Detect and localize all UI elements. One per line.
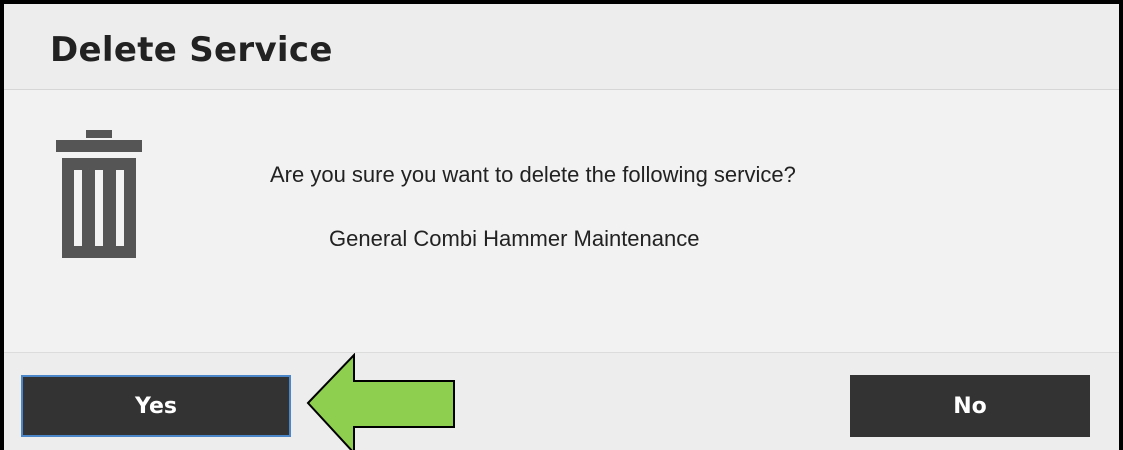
no-button[interactable]: No — [850, 375, 1090, 437]
dialog-body: Are you sure you want to delete the foll… — [4, 90, 1119, 352]
dialog-footer: Yes No — [4, 352, 1119, 450]
dialog-header: Delete Service — [4, 4, 1119, 90]
confirm-question: Are you sure you want to delete the foll… — [270, 162, 796, 187]
trash-icon — [56, 130, 142, 258]
service-name: General Combi Hammer Maintenance — [329, 226, 700, 251]
yes-button[interactable]: Yes — [21, 375, 291, 437]
delete-service-dialog: Delete Service Are you sure you want to … — [0, 0, 1123, 450]
dialog-title: Delete Service — [50, 30, 333, 70]
left-arrow-icon — [306, 353, 455, 450]
